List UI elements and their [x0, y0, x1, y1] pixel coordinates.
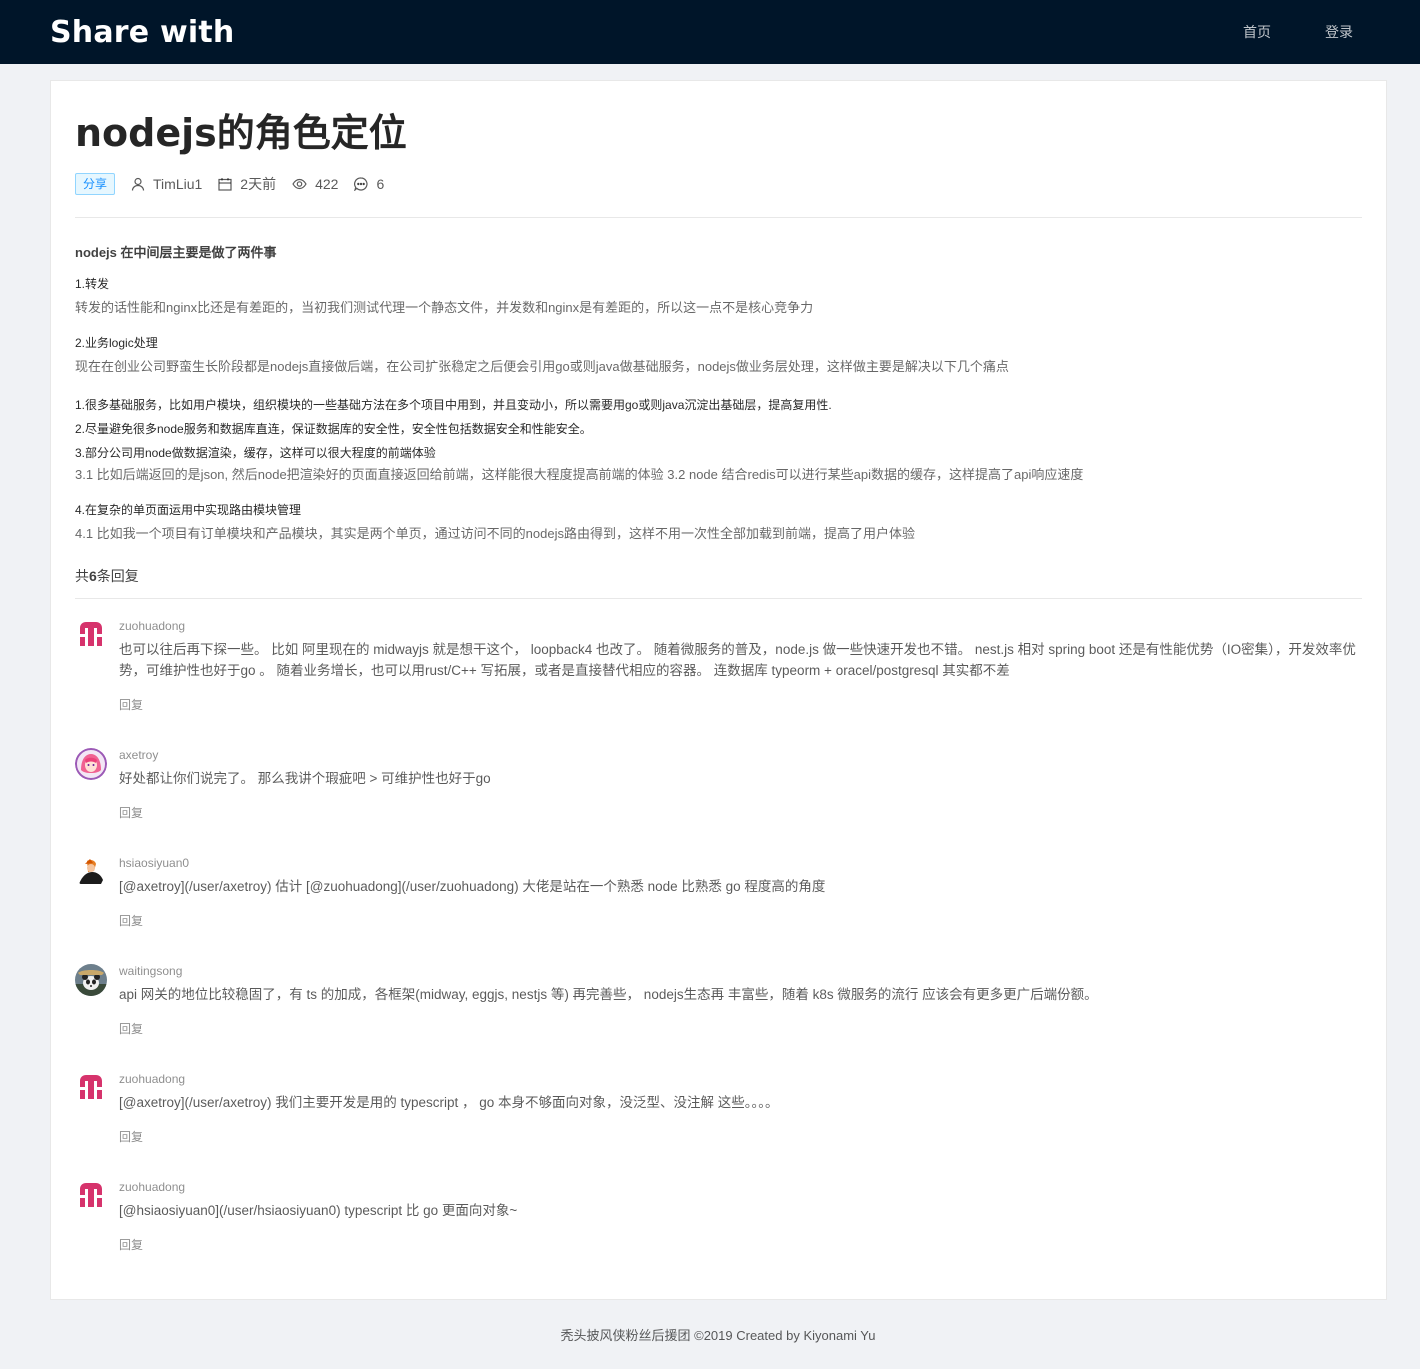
eye-icon — [292, 178, 307, 190]
nav-login[interactable]: 登录 — [1298, 0, 1370, 64]
comment-icon — [354, 177, 369, 191]
comment-count: 6 — [376, 176, 385, 192]
reply-button[interactable]: 回复 — [119, 695, 1362, 715]
section-1-text: 转发的话性能和nginx比还是有差距的，当初我们测试代理一个静态文件，并发数和n… — [75, 300, 814, 315]
reply-button[interactable]: 回复 — [119, 1127, 1362, 1147]
section-4-title: 4.在复杂的单页面运用中实现路由模块管理 — [75, 503, 302, 517]
comment-body: zuohuadong [@axetroy](/user/axetroy) 我们主要… — [119, 1068, 1362, 1176]
comment-text: [@axetroy](/user/axetroy) 估计 [@zuohuadon… — [119, 879, 826, 894]
section-2-title: 2.业务logic处理 — [75, 336, 158, 350]
point-2: 2.尽量避免很多node服务和数据库直连，保证数据库的安全性，安全性包括数据安全… — [75, 422, 592, 436]
meta-author: TimLiu1 — [131, 176, 202, 192]
post-title: nodejs的角色定位 — [75, 111, 407, 155]
avatar[interactable] — [75, 1072, 107, 1104]
user-icon — [131, 177, 145, 191]
replies-count: 6 — [89, 568, 97, 584]
comment-item: zuohuadong [@hsiaosiyuan0](/user/hsiaosiy… — [75, 1176, 1362, 1284]
avatar[interactable] — [75, 748, 107, 780]
comment-list: zuohuadong 也可以往后再下探一些。 比如 阿里现在的 midwayjs … — [75, 615, 1362, 1284]
comment-author[interactable]: axetroy — [119, 746, 1362, 764]
avatar[interactable] — [75, 1180, 107, 1212]
comment-text: 也可以往后再下探一些。 比如 阿里现在的 midwayjs 就是想干这个， lo… — [119, 642, 1356, 678]
post-time: 2天前 — [240, 176, 277, 192]
replies-header: 共6条回复 — [75, 566, 1362, 586]
section-2-text: 现在在创业公司野蛮生长阶段都是nodejs直接做后端，在公司扩张稳定之后便会引用… — [75, 359, 1009, 374]
post-card: nodejs的角色定位 分享 TimLiu1 2天前 422 6 nodejs … — [50, 80, 1387, 1300]
meta-views: 422 — [292, 176, 338, 192]
comment-item: hsiaosiyuan0 [@axetroy](/user/axetroy) 估计… — [75, 852, 1362, 960]
point-1: 1.很多基础服务，比如用户模块，组织模块的一些基础方法在多个项目中用到，并且变动… — [75, 398, 832, 412]
content-divider — [75, 217, 1362, 218]
meta-comments: 6 — [354, 176, 384, 192]
comment-item: zuohuadong [@axetroy](/user/axetroy) 我们主要… — [75, 1068, 1362, 1176]
nav-home[interactable]: 首页 — [1216, 0, 1298, 64]
site-logo[interactable]: Share with — [50, 15, 235, 50]
comment-body: hsiaosiyuan0 [@axetroy](/user/axetroy) 估计… — [119, 852, 1362, 960]
comment-author[interactable]: waitingsong — [119, 962, 1362, 980]
avatar[interactable] — [75, 856, 107, 888]
comment-body: axetroy 好处都让你们说完了。 那么我讲个瑕疵吧 > 可维护性也好于go 回复 — [119, 744, 1362, 852]
comment-text: [@axetroy](/user/axetroy) 我们主要开发是用的 type… — [119, 1095, 779, 1110]
top-header: Share with 首页 登录 — [0, 0, 1420, 64]
comment-item: waitingsong api 网关的地位比较稳固了，有 ts 的加成，各框架(m… — [75, 960, 1362, 1068]
view-count: 422 — [315, 176, 339, 192]
point-3: 3.部分公司用node做数据渲染，缓存，这样可以很大程度的前端体验 — [75, 446, 436, 460]
comment-item: zuohuadong 也可以往后再下探一些。 比如 阿里现在的 midwayjs … — [75, 615, 1362, 744]
avatar[interactable] — [75, 964, 107, 996]
comment-body: zuohuadong 也可以往后再下探一些。 比如 阿里现在的 midwayjs … — [119, 615, 1362, 744]
meta-time: 2天前 — [218, 174, 276, 194]
page-footer: 秃头披风侠粉丝后援团 ©2019 Created by Kiyonami Yu — [0, 1300, 1420, 1369]
comment-author[interactable]: zuohuadong — [119, 1178, 1362, 1196]
post-meta: 分享 TimLiu1 2天前 422 6 — [75, 173, 1362, 195]
comment-author[interactable]: zuohuadong — [119, 617, 1362, 635]
reply-button[interactable]: 回复 — [119, 1235, 1362, 1255]
post-tag[interactable]: 分享 — [75, 173, 116, 195]
comment-item: axetroy 好处都让你们说完了。 那么我讲个瑕疵吧 > 可维护性也好于go 回复 — [75, 744, 1362, 852]
replies-divider — [75, 598, 1362, 599]
top-nav: 首页 登录 — [1216, 0, 1370, 64]
comment-text: 好处都让你们说完了。 那么我讲个瑕疵吧 > 可维护性也好于go — [119, 771, 491, 786]
comment-body: waitingsong api 网关的地位比较稳固了，有 ts 的加成，各框架(m… — [119, 960, 1362, 1068]
comment-text: [@hsiaosiyuan0](/user/hsiaosiyuan0) type… — [119, 1203, 518, 1218]
footer-text: 秃头披风侠粉丝后援团 ©2019 Created by Kiyonami Yu — [560, 1328, 876, 1343]
section-1-title: 1.转发 — [75, 277, 110, 291]
avatar[interactable] — [75, 619, 107, 651]
reply-button[interactable]: 回复 — [119, 1019, 1362, 1039]
section-4-text: 4.1 比如我一个项目有订单模块和产品模块，其实是两个单页，通过访问不同的nod… — [75, 526, 915, 541]
comment-author[interactable]: zuohuadong — [119, 1070, 1362, 1088]
section-3-text: 3.1 比如后端返回的是json, 然后node把渲染好的页面直接返回给前端，这… — [75, 467, 1084, 482]
content-intro: nodejs 在中间层主要是做了两件事 — [75, 245, 277, 260]
comment-author[interactable]: hsiaosiyuan0 — [119, 854, 1362, 872]
post-content: nodejs 在中间层主要是做了两件事 1.转发 转发的话性能和nginx比还是… — [75, 242, 1362, 544]
comment-body: zuohuadong [@hsiaosiyuan0](/user/hsiaosiy… — [119, 1176, 1362, 1284]
calendar-icon — [218, 178, 232, 191]
reply-button[interactable]: 回复 — [119, 803, 1362, 823]
author-name[interactable]: TimLiu1 — [153, 176, 202, 192]
comment-text: api 网关的地位比较稳固了，有 ts 的加成，各框架(midway, eggj… — [119, 987, 1098, 1002]
replies-suffix: 条回复 — [96, 568, 139, 584]
reply-button[interactable]: 回复 — [119, 911, 1362, 931]
replies-prefix: 共 — [75, 568, 89, 584]
